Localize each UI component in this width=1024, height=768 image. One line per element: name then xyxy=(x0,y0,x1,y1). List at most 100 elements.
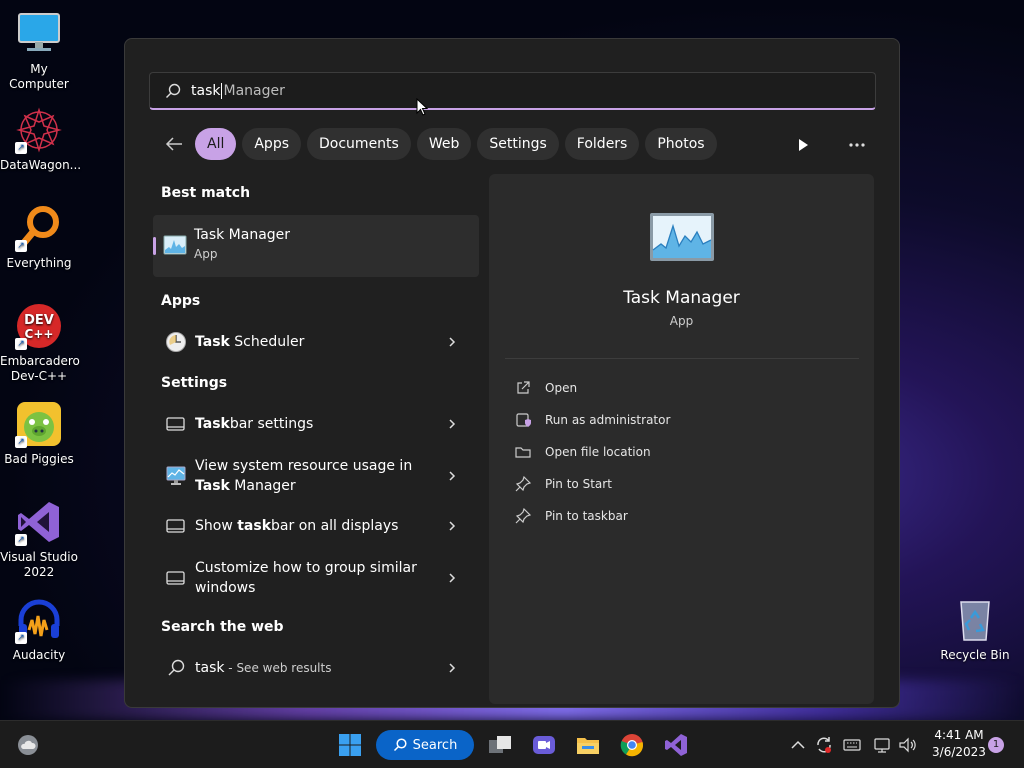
taskbar: Search 4:41 AM 3/6/2023 1 xyxy=(0,720,1024,768)
more-filters-button[interactable] xyxy=(793,135,813,155)
monitor-icon xyxy=(15,10,63,58)
play-icon xyxy=(799,139,808,151)
search-icon xyxy=(166,83,181,98)
desktop-icon-label: Everything xyxy=(6,256,72,270)
action-open-file-location[interactable]: Open file location xyxy=(515,444,651,460)
weather-widget[interactable] xyxy=(16,733,40,757)
start-search-panel: task Manager All Apps Documents Web Sett… xyxy=(124,38,900,708)
filter-apps[interactable]: Apps xyxy=(242,128,302,160)
filter-all[interactable]: All xyxy=(195,128,237,160)
result-bold-text: Task xyxy=(195,478,230,494)
clock-icon xyxy=(166,332,186,352)
action-label: Pin to Start xyxy=(545,477,612,491)
show-hidden-icons-button[interactable] xyxy=(790,733,806,757)
clock-time[interactable]: 4:41 AM xyxy=(926,728,992,742)
sync-tray-icon[interactable] xyxy=(814,733,834,757)
desktop-icon-label: Audacity xyxy=(12,648,66,662)
clock-date[interactable]: 3/6/2023 xyxy=(926,745,992,759)
desktop-icon-my-computer[interactable]: My Computer xyxy=(0,10,78,92)
chevron-right-icon xyxy=(449,521,456,531)
result-view-resource-usage[interactable]: View system resource usage in Task Manag… xyxy=(153,455,479,497)
filter-documents[interactable]: Documents xyxy=(307,128,411,160)
desktop-icon-label: Bad Piggies xyxy=(4,452,74,466)
desktop-icon-label: Recycle Bin xyxy=(940,648,1010,662)
chat-icon xyxy=(533,736,555,754)
headphones-icon: ↗ xyxy=(15,596,63,644)
best-match-type: App xyxy=(194,247,218,261)
action-open[interactable]: Open xyxy=(515,380,577,396)
result-customize-group-windows[interactable]: Customize how to group similar windows xyxy=(153,557,479,599)
result-task-scheduler[interactable]: Task Scheduler xyxy=(153,329,479,355)
result-show-taskbar-all-displays[interactable]: Show taskbar on all displays xyxy=(153,513,479,539)
taskbar-icon xyxy=(166,417,185,431)
desktop-icon-bad-piggies[interactable]: ↗ Bad Piggies xyxy=(0,400,78,467)
visual-studio-button[interactable] xyxy=(664,733,688,757)
taskbar-search-label: Search xyxy=(412,737,458,753)
result-text: Show xyxy=(195,518,238,534)
result-bold-text: Task xyxy=(195,416,230,432)
chevron-right-icon xyxy=(449,337,456,347)
desktop-icon-label: My Computer xyxy=(9,62,69,91)
search-input[interactable]: task Manager xyxy=(149,72,876,110)
volume-tray-icon[interactable] xyxy=(898,733,918,757)
action-run-as-admin[interactable]: Run as administrator xyxy=(515,412,670,428)
filter-folders[interactable]: Folders xyxy=(564,128,640,160)
desktop-icon-datawagon[interactable]: ↗ DataWagon... xyxy=(0,106,82,173)
desktop-icon-label: DataWagon... xyxy=(0,158,82,172)
best-match-name: Task Manager xyxy=(194,227,291,243)
action-label: Open xyxy=(545,381,578,395)
action-pin-to-taskbar[interactable]: Pin to taskbar xyxy=(515,508,628,524)
desktop-icon-recycle-bin[interactable]: Recycle Bin xyxy=(936,596,1014,663)
monitor-chart-icon xyxy=(166,466,186,485)
desktop-icon-devcpp[interactable]: DEV C++ ↗ Embarcadero Dev-C++ xyxy=(0,302,80,384)
chat-button[interactable] xyxy=(532,733,556,757)
more-options-button[interactable] xyxy=(845,135,869,155)
result-web-search[interactable]: task - See web results xyxy=(153,655,479,681)
notification-badge[interactable]: 1 xyxy=(988,737,1004,753)
speaker-icon xyxy=(899,737,916,753)
recycle-bin-icon xyxy=(951,596,999,644)
detail-app-name: Task Manager xyxy=(623,288,740,308)
action-label: Pin to taskbar xyxy=(545,509,628,523)
web-suffix: - See web results xyxy=(224,661,332,675)
svg-text:DEV: DEV xyxy=(24,313,54,328)
file-explorer-button[interactable] xyxy=(576,733,600,757)
detail-app-type: App xyxy=(669,314,694,328)
filter-photos[interactable]: Photos xyxy=(645,128,717,160)
text-caret xyxy=(221,82,223,99)
visual-studio-icon xyxy=(665,734,687,756)
web-query: task xyxy=(195,660,225,676)
section-best-match: Best match xyxy=(161,185,251,201)
sync-icon xyxy=(817,737,831,753)
action-pin-to-start[interactable]: Pin to Start xyxy=(515,476,612,492)
chevron-right-icon xyxy=(449,419,456,429)
selection-indicator xyxy=(153,237,156,255)
divider xyxy=(505,358,859,359)
filter-settings[interactable]: Settings xyxy=(477,128,559,160)
taskbar-icon xyxy=(166,571,185,585)
keyboard-tray-icon[interactable] xyxy=(842,733,862,757)
shield-icon xyxy=(516,413,531,427)
best-match-item[interactable]: Task Manager App xyxy=(153,215,479,277)
magnifier-icon: ↗ xyxy=(15,204,63,252)
filter-web[interactable]: Web xyxy=(416,128,472,160)
desktop-icon-everything[interactable]: ↗ Everything xyxy=(0,204,78,271)
back-button[interactable] xyxy=(161,129,187,159)
pig-icon: ↗ xyxy=(15,400,63,448)
task-manager-icon xyxy=(163,235,187,255)
start-button[interactable] xyxy=(338,733,362,757)
chrome-button[interactable] xyxy=(620,733,644,757)
network-tray-icon[interactable] xyxy=(872,733,892,757)
result-taskbar-settings[interactable]: Taskbar settings xyxy=(153,411,479,437)
result-text: Scheduler xyxy=(229,334,305,350)
detail-pane: Task Manager App Open Run as administrat… xyxy=(489,174,874,704)
task-view-button[interactable] xyxy=(488,733,512,757)
windows-logo-icon xyxy=(339,734,361,756)
section-settings: Settings xyxy=(161,375,228,391)
taskbar-search-button[interactable]: Search xyxy=(376,730,474,760)
desktop-icon-visual-studio[interactable]: ↗ Visual Studio 2022 xyxy=(0,498,78,580)
result-bold-text: task xyxy=(237,518,272,534)
keyboard-icon xyxy=(843,739,861,751)
desktop-icon-audacity[interactable]: ↗ Audacity xyxy=(0,596,78,663)
chevron-right-icon xyxy=(449,471,456,481)
